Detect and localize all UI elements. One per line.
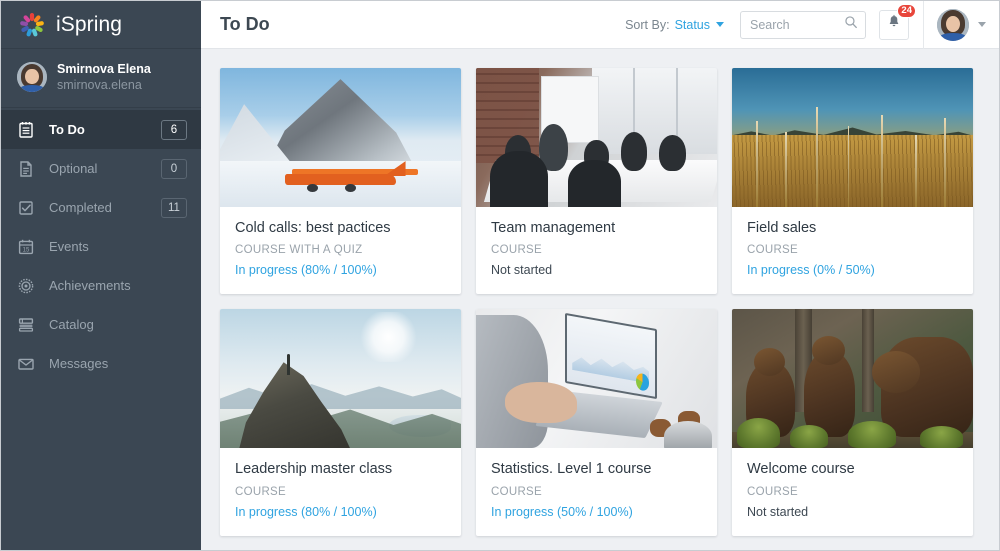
sidebar-item-label: Achievements <box>49 278 187 293</box>
sidebar-item-badge: 0 <box>161 159 187 179</box>
sidebar-item-messages[interactable]: Messages <box>1 344 201 383</box>
course-type: COURSE WITH A QUIZ <box>235 244 446 256</box>
sidebar-item-label: Optional <box>49 161 147 176</box>
sidebar-item-optional[interactable]: Optional 0 <box>1 149 201 188</box>
svg-text:15: 15 <box>23 247 30 253</box>
user-login: smirnova.elena <box>57 77 151 93</box>
course-card-grid: Cold calls: best pactices COURSE WITH A … <box>220 68 980 536</box>
sort-by-control[interactable]: Sort By: Status <box>625 18 724 32</box>
books-icon <box>17 316 35 334</box>
course-card[interactable]: Welcome course COURSE Not started <box>732 309 973 535</box>
sort-by-value[interactable]: Status <box>675 18 710 32</box>
course-card[interactable]: Team management COURSE Not started <box>476 68 717 294</box>
ispring-pinwheel-logo-icon <box>17 10 47 40</box>
course-status: In progress (50% / 100%) <box>491 505 702 520</box>
course-status: In progress (80% / 100%) <box>235 505 446 520</box>
course-title: Statistics. Level 1 course <box>491 461 702 478</box>
sidebar-item-to-do[interactable]: To Do 6 <box>1 110 201 149</box>
golden-wheat-field-image <box>732 68 973 207</box>
sidebar-user-block[interactable]: Smirnova Elena smirnova.elena <box>1 49 201 108</box>
course-card[interactable]: Statistics. Level 1 course COURSE In pro… <box>476 309 717 535</box>
course-title: Team management <box>491 220 702 237</box>
brand-name: iSpring <box>56 13 122 37</box>
mountain-summit-hiker-image <box>220 309 461 448</box>
user-avatar <box>17 62 47 92</box>
sidebar-item-label: Events <box>49 239 187 254</box>
course-type: COURSE <box>491 486 702 498</box>
course-title: Cold calls: best pactices <box>235 220 446 237</box>
brown-bears-forest-image <box>732 309 973 448</box>
course-card[interactable]: Cold calls: best pactices COURSE WITH A … <box>220 68 461 294</box>
brand-header[interactable]: iSpring <box>1 1 201 49</box>
sidebar-item-label: To Do <box>49 122 147 137</box>
calendar-icon: 15 <box>17 238 35 256</box>
bell-icon <box>886 14 902 35</box>
course-type: COURSE <box>235 486 446 498</box>
sidebar: iSpring Smirnova Elena smirnova.elena To… <box>1 1 201 550</box>
sidebar-nav: To Do 6 Optional 0 Completed 11 15 <box>1 110 201 383</box>
course-status: In progress (0% / 50%) <box>747 263 958 278</box>
document-icon <box>17 160 35 178</box>
course-type: COURSE <box>747 244 958 256</box>
sidebar-item-achievements[interactable]: Achievements <box>1 266 201 305</box>
sidebar-item-label: Messages <box>49 356 187 371</box>
snow-mountain-orange-plane-image <box>220 68 461 207</box>
sidebar-item-badge: 11 <box>161 198 187 218</box>
page-title: To Do <box>220 14 270 35</box>
top-bar-right: Sort By: Status 24 <box>625 1 999 48</box>
envelope-icon <box>17 355 35 373</box>
sidebar-item-completed[interactable]: Completed 11 <box>1 188 201 227</box>
sidebar-item-label: Catalog <box>49 317 187 332</box>
check-square-icon <box>17 199 35 217</box>
course-status: Not started <box>747 505 958 520</box>
laptop-analytics-dashboard-image <box>476 309 717 448</box>
account-avatar <box>937 9 969 41</box>
sidebar-item-events[interactable]: 15 Events <box>1 227 201 266</box>
content-area: Cold calls: best pactices COURSE WITH A … <box>201 49 999 550</box>
notification-count-badge: 24 <box>897 4 916 18</box>
notepad-icon <box>17 121 35 139</box>
meeting-room-team-image <box>476 68 717 207</box>
sidebar-item-label: Completed <box>49 200 147 215</box>
sidebar-item-badge: 6 <box>161 120 187 140</box>
course-type: COURSE <box>747 486 958 498</box>
main-area: To Do Sort By: Status <box>201 1 999 550</box>
course-status: Not started <box>491 263 702 278</box>
search-icon[interactable] <box>844 15 858 34</box>
course-title: Leadership master class <box>235 461 446 478</box>
course-card[interactable]: Field sales COURSE In progress (0% / 50%… <box>732 68 973 294</box>
sidebar-item-catalog[interactable]: Catalog <box>1 305 201 344</box>
account-menu[interactable] <box>924 1 999 48</box>
search-input[interactable] <box>750 18 844 32</box>
application-window: iSpring Smirnova Elena smirnova.elena To… <box>0 0 1000 551</box>
chevron-down-icon[interactable] <box>716 22 724 27</box>
course-status: In progress (80% / 100%) <box>235 263 446 278</box>
course-title: Field sales <box>747 220 958 237</box>
user-full-name: Smirnova Elena <box>57 61 151 77</box>
award-badge-icon <box>17 277 35 295</box>
notifications-button[interactable]: 24 <box>879 10 909 40</box>
search-box[interactable] <box>740 11 866 39</box>
course-title: Welcome course <box>747 461 958 478</box>
course-card[interactable]: Leadership master class COURSE In progre… <box>220 309 461 535</box>
sort-by-label: Sort By: <box>625 18 669 32</box>
top-bar: To Do Sort By: Status <box>201 1 999 49</box>
course-type: COURSE <box>491 244 702 256</box>
chevron-down-icon[interactable] <box>978 22 986 27</box>
